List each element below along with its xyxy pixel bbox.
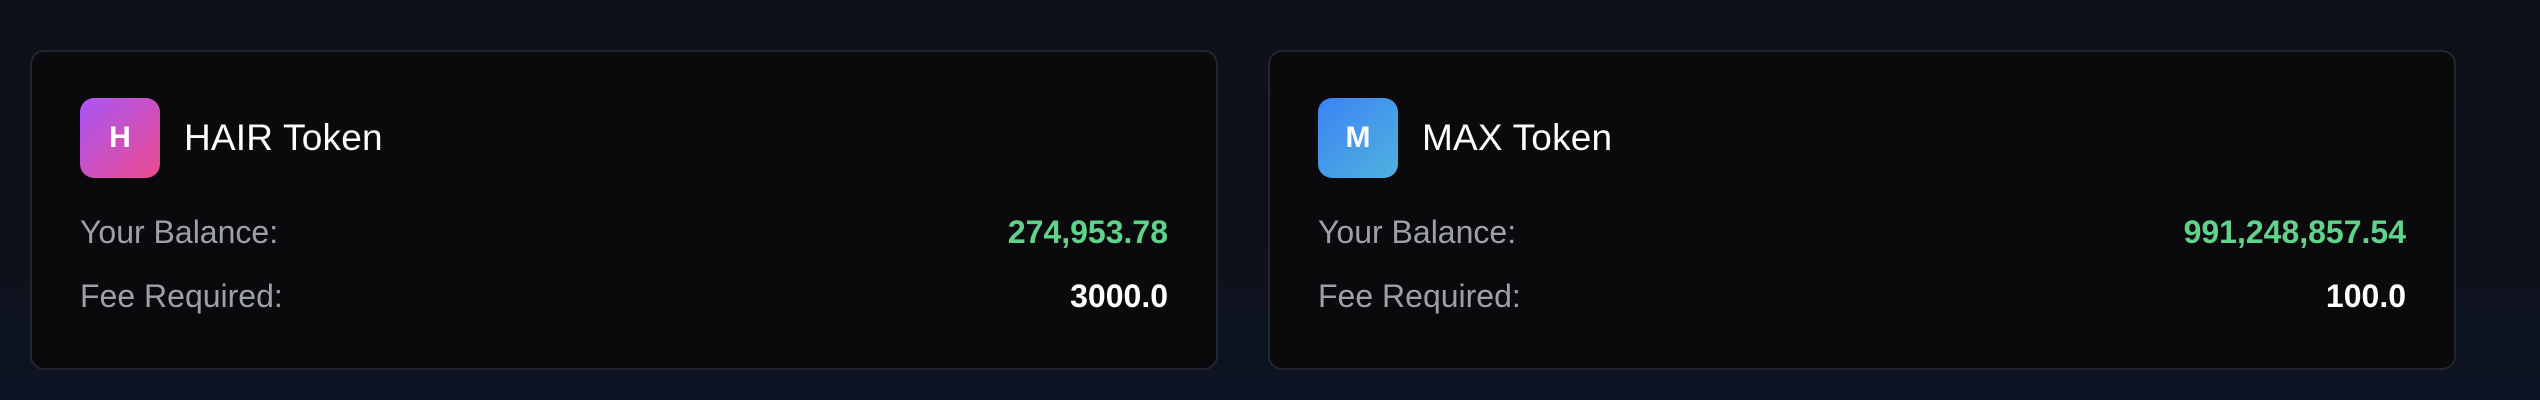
balance-value: 274,953.78 bbox=[1007, 213, 1168, 250]
token-card-header: H HAIR Token bbox=[80, 98, 1168, 178]
token-card-hair: H HAIR Token Your Balance: 274,953.78 Fe… bbox=[30, 50, 1218, 370]
token-card-header: M MAX Token bbox=[1318, 98, 2406, 178]
balance-row: Your Balance: 274,953.78 bbox=[80, 200, 1168, 264]
balance-value: 991,248,857.54 bbox=[2183, 213, 2406, 250]
token-avatar: M bbox=[1318, 98, 1398, 178]
token-cards-row: H HAIR Token Your Balance: 274,953.78 Fe… bbox=[30, 50, 2456, 370]
fee-label: Fee Required: bbox=[1318, 277, 1521, 314]
token-name: HAIR Token bbox=[184, 117, 383, 158]
fee-row: Fee Required: 100.0 bbox=[1318, 264, 2406, 328]
token-name: MAX Token bbox=[1422, 117, 1613, 158]
balance-label: Your Balance: bbox=[80, 213, 279, 250]
fee-label: Fee Required: bbox=[80, 277, 283, 314]
balance-label: Your Balance: bbox=[1318, 213, 1517, 250]
token-avatar: H bbox=[80, 98, 160, 178]
fee-row: Fee Required: 3000.0 bbox=[80, 264, 1168, 328]
fee-value: 100.0 bbox=[2325, 277, 2406, 314]
token-card-max: M MAX Token Your Balance: 991,248,857.54… bbox=[1268, 50, 2456, 370]
fee-value: 3000.0 bbox=[1070, 277, 1168, 314]
balance-row: Your Balance: 991,248,857.54 bbox=[1318, 200, 2406, 264]
